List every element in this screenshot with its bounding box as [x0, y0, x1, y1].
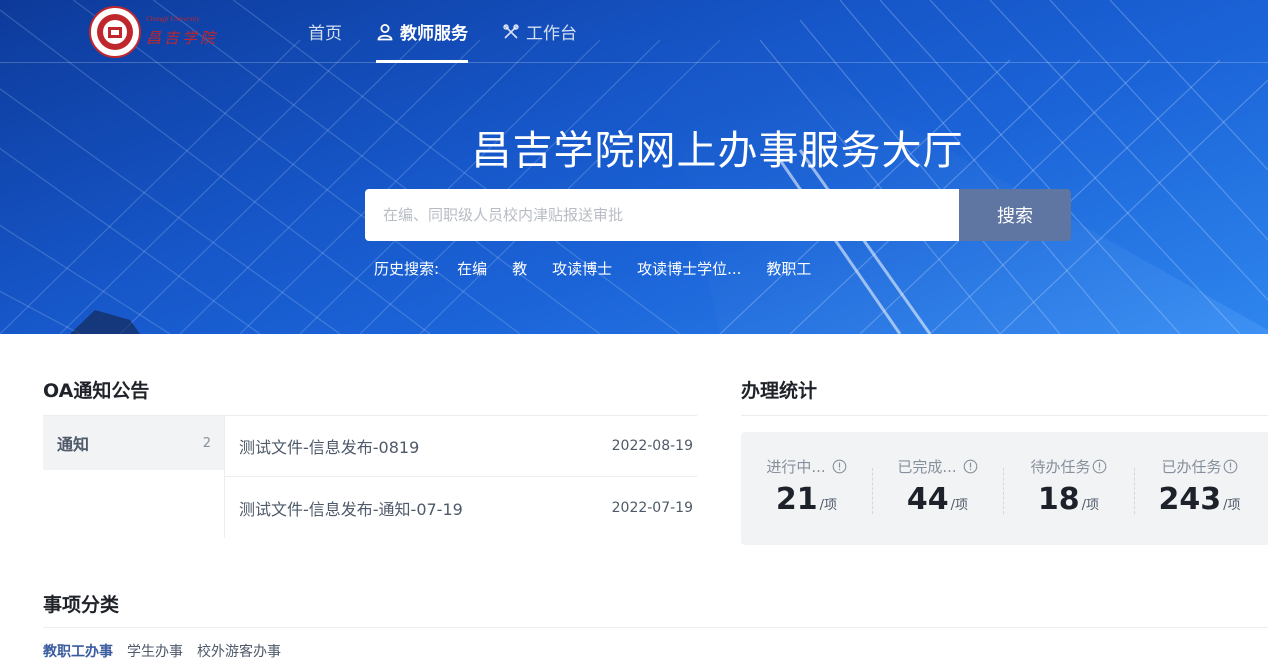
- logo-calligraphy-text: 昌吉学院: [146, 29, 219, 47]
- stat-label-row: 进行中...: [741, 456, 872, 477]
- stat-unit: /项: [1081, 498, 1100, 513]
- hero-banner: Changji University 昌吉学院 首页 教师服务 工作台 昌吉学院…: [0, 0, 1268, 334]
- nav-home-label: 首页: [308, 24, 342, 44]
- nav-workbench[interactable]: 工作台: [502, 0, 577, 63]
- stats-card: 进行中... 21 /项 已完成... 44 /项 待办任务 18 /项 已办任…: [741, 432, 1268, 545]
- category-tabs: 教职工办事 学生办事 校外游客办事: [43, 641, 295, 661]
- top-navigation-bar: Changji University 昌吉学院 首页 教师服务 工作台: [0, 0, 1268, 63]
- info-icon[interactable]: [1092, 459, 1107, 474]
- stats-section-title: 办理统计: [741, 380, 818, 402]
- list-item[interactable]: 测试文件-信息发布-0819 2022-08-19: [225, 416, 697, 477]
- stat-label: 进行中...: [766, 458, 826, 476]
- notice-title: 测试文件-信息发布-通知-07-19: [239, 499, 463, 519]
- stat-value: 243: [1158, 482, 1222, 517]
- category-divider: [43, 627, 1268, 628]
- stat-pending-tasks[interactable]: 待办任务 18 /项: [1003, 432, 1134, 545]
- search-history-label: 历史搜索:: [374, 260, 440, 278]
- tab-visitor-affairs[interactable]: 校外游客办事: [197, 641, 281, 661]
- oa-tab-notice[interactable]: 通知 2: [43, 416, 225, 470]
- stat-label-row: 已办任务: [1134, 456, 1265, 477]
- history-item[interactable]: 在编: [457, 258, 487, 279]
- university-emblem-icon: [89, 6, 141, 58]
- oa-section-title: OA通知公告: [43, 380, 150, 402]
- stat-done-tasks[interactable]: 已办任务 243 /项: [1134, 432, 1265, 545]
- stat-value: 21: [775, 482, 818, 517]
- stat-value: 44: [906, 482, 949, 517]
- history-item[interactable]: 攻读博士: [552, 258, 612, 279]
- notice-title: 测试文件-信息发布-0819: [239, 438, 420, 457]
- history-item[interactable]: 攻读博士学位...: [637, 258, 741, 279]
- user-icon: [377, 23, 393, 40]
- list-item[interactable]: 测试文件-信息发布-通知-07-19 2022-07-19: [225, 477, 697, 538]
- stat-unit: /项: [1223, 498, 1241, 513]
- main-nav: 首页 教师服务 工作台: [308, 0, 611, 63]
- notice-date: 2022-08-19: [611, 438, 693, 454]
- stat-label-row: 待办任务: [1003, 456, 1134, 477]
- history-item[interactable]: 教职工: [766, 258, 811, 279]
- search-history: 历史搜索: 在编 教 攻读博士 攻读博士学位... 教职工: [374, 258, 836, 279]
- stat-unit: /项: [819, 498, 838, 513]
- stat-completed[interactable]: 已完成... 44 /项: [872, 432, 1003, 545]
- tab-student-affairs[interactable]: 学生办事: [127, 641, 183, 661]
- notice-date: 2022-07-19: [611, 499, 693, 516]
- oa-category-tabs: 通知 2: [43, 416, 225, 538]
- stat-value: 18: [1037, 482, 1080, 517]
- page-title: 昌吉学院网上办事服务大厅: [471, 128, 964, 174]
- university-logo[interactable]: Changji University 昌吉学院: [88, 5, 228, 58]
- info-icon[interactable]: [1223, 459, 1238, 474]
- nav-home[interactable]: 首页: [308, 0, 342, 63]
- info-icon[interactable]: [963, 459, 978, 474]
- tab-staff-affairs[interactable]: 教职工办事: [43, 641, 113, 661]
- tools-icon: [503, 23, 519, 39]
- category-section-title: 事项分类: [43, 594, 120, 616]
- stat-in-progress[interactable]: 进行中... 21 /项: [741, 432, 872, 545]
- nav-teacher-service[interactable]: 教师服务: [376, 0, 468, 63]
- search-input[interactable]: [365, 189, 959, 241]
- stat-label: 待办任务: [1030, 458, 1091, 476]
- search-button[interactable]: 搜索: [959, 189, 1071, 241]
- search-bar: 搜索: [365, 189, 1071, 241]
- stat-unit: /项: [950, 498, 969, 513]
- oa-notice-list: 测试文件-信息发布-0819 2022-08-19 测试文件-信息发布-通知-0…: [225, 416, 697, 538]
- oa-tab-count-badge: 2: [202, 435, 211, 451]
- stat-label-row: 已完成...: [872, 456, 1003, 477]
- stat-value-row: 44 /项: [872, 482, 1003, 517]
- history-item[interactable]: 教: [512, 258, 527, 279]
- nav-workbench-label: 工作台: [526, 24, 577, 44]
- stats-divider: [741, 415, 1268, 416]
- oa-tab-label: 通知: [57, 435, 90, 454]
- stat-value-row: 21 /项: [741, 482, 872, 517]
- stat-value-row: 243 /项: [1134, 482, 1265, 517]
- stat-value-row: 18 /项: [1003, 482, 1134, 517]
- stat-label: 已办任务: [1161, 458, 1222, 476]
- logo-english-text: Changji University: [146, 15, 200, 23]
- info-icon[interactable]: [832, 459, 847, 474]
- nav-teacher-service-label: 教师服务: [400, 24, 468, 44]
- stat-label: 已完成...: [897, 458, 957, 476]
